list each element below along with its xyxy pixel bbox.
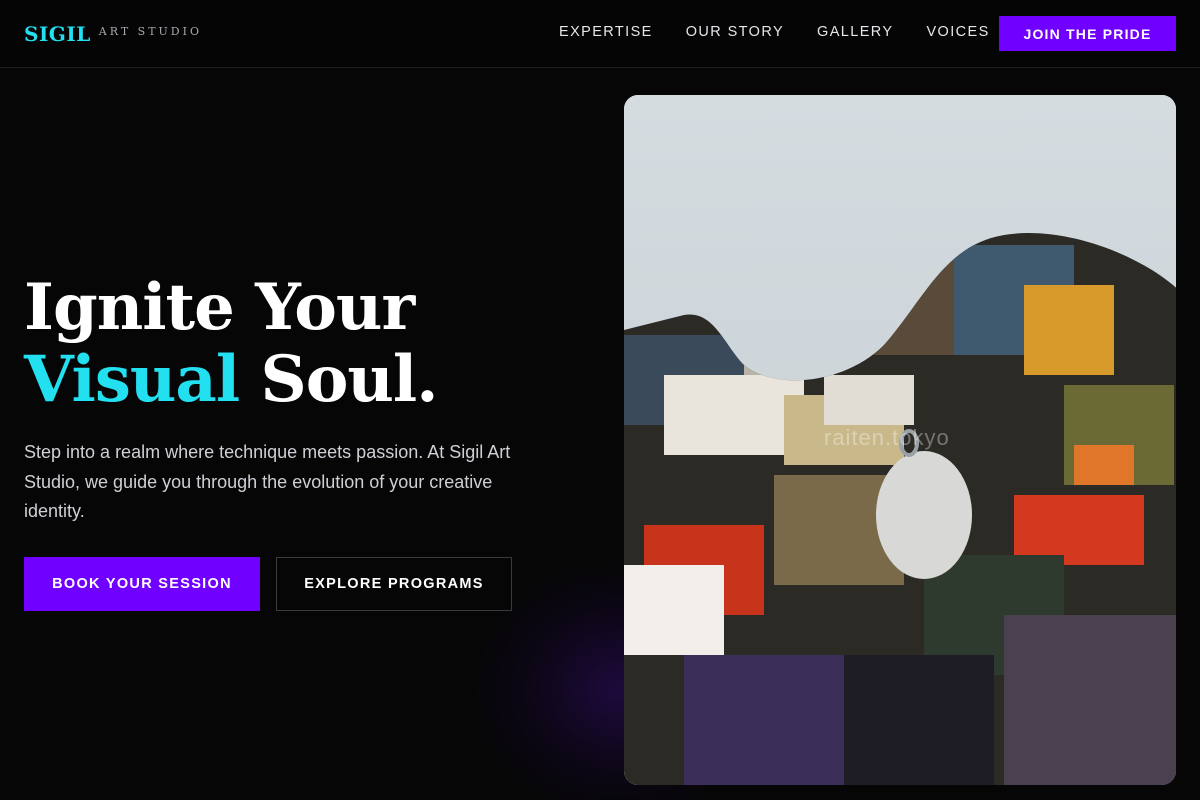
nav-link-expertise[interactable]: EXPERTISE — [559, 24, 653, 40]
nav-links: EXPERTISE OUR STORY GALLERY VOICES — [559, 24, 1023, 40]
image-watermark: raiten.tokyo — [824, 425, 950, 450]
top-nav: SIGIL ART STUDIO EXPERTISE OUR STORY GAL… — [0, 0, 1200, 68]
logo-tagline: ART STUDIO — [98, 25, 202, 38]
nav-link-gallery[interactable]: GALLERY — [817, 24, 893, 40]
hero-description: Step into a realm where technique meets … — [24, 442, 511, 521]
book-session-button[interactable]: BOOK YOUR SESSION — [24, 557, 260, 611]
hero-image: raiten.tokyo — [624, 95, 1176, 785]
logo[interactable]: SIGIL ART STUDIO — [24, 22, 202, 46]
hero-title-line1: Ignite Your — [24, 270, 415, 345]
hero-title: Ignite Your Visual Soul. — [24, 270, 439, 417]
nav-link-our-story[interactable]: OUR STORY — [686, 24, 784, 40]
explore-programs-button[interactable]: EXPLORE PROGRAMS — [276, 557, 512, 611]
nav-link-voices[interactable]: VOICES — [926, 24, 989, 40]
hero-title-line2: Soul. — [239, 342, 438, 417]
join-the-pride-button[interactable]: JOIN THE PRIDE — [999, 16, 1176, 51]
logo-wordmark: SIGIL — [24, 22, 91, 46]
hero-title-accent: Visual — [24, 342, 240, 417]
